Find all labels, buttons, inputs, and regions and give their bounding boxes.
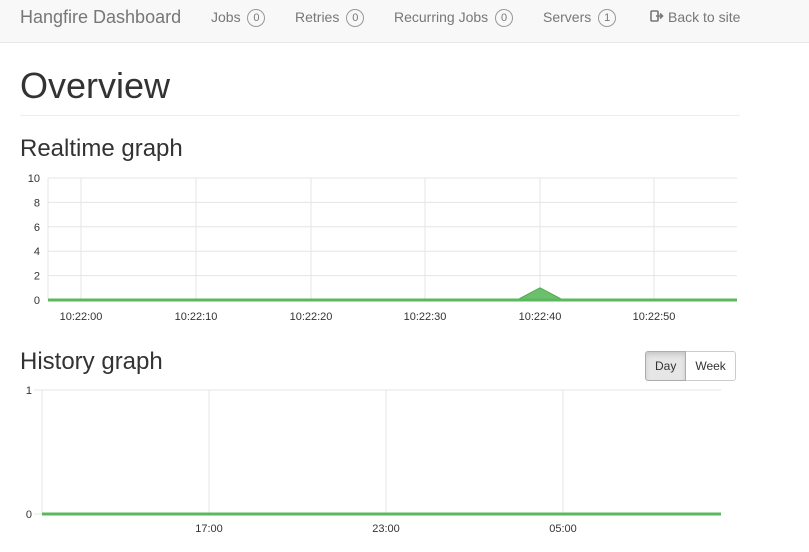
y-tick-label: 10 [28,173,40,185]
week-button[interactable]: Week [686,351,736,381]
y-tick-label: 2 [34,271,40,283]
nav-retries-badge: 0 [346,9,365,27]
y-tick-label: 8 [34,197,40,209]
history-graph-title: History graph [20,348,163,375]
y-tick-label: 0 [34,295,40,307]
brand-link[interactable]: Hangfire Dashboard [20,0,181,35]
x-tick-label: 17:00 [195,523,223,535]
nav-servers-label: Servers [543,9,592,25]
page-title: Overview [20,65,171,106]
nav-jobs-label: Jobs [211,9,241,25]
x-tick-label: 23:00 [372,523,400,535]
x-tick-label: 10:22:20 [290,311,333,323]
x-tick-label: 05:00 [549,523,577,535]
realtime-graph-title: Realtime graph [20,135,183,162]
realtime-chart: 10 8 6 4 2 0 10:22:00 10:22:10 10:22:20 10:22:30 1… [28,173,737,323]
nav-retries-label: Retries [295,9,340,25]
y-tick-label: 1 [26,385,32,397]
nav-servers-badge: 1 [598,9,617,27]
x-tick-label: 10:22:30 [404,311,447,323]
nav-recurring-jobs-label: Recurring Jobs [394,9,489,25]
x-tick-label: 10:22:00 [60,311,103,323]
nav-jobs[interactable]: Jobs 0 [211,0,266,35]
history-chart: 1 0 17:00 23:00 05:00 [26,385,721,535]
x-tick-label: 10:22:40 [519,311,562,323]
y-tick-label: 0 [26,509,32,521]
title-divider [20,115,740,116]
nav-back-to-site[interactable]: Back to site [650,0,740,35]
nav-servers[interactable]: Servers 1 [543,0,617,35]
nav-retries[interactable]: Retries 0 [295,0,365,35]
day-button[interactable]: Day [645,351,687,381]
sign-out-icon [650,10,664,22]
nav-jobs-badge: 0 [247,9,266,27]
x-tick-label: 10:22:10 [175,311,218,323]
x-tick-label: 10:22:50 [633,311,676,323]
nav-recurring-jobs-badge: 0 [495,9,514,27]
y-tick-label: 4 [34,246,40,258]
navbar: Hangfire Dashboard Jobs 0 Retries 0 Recu… [0,0,809,43]
nav-recurring-jobs[interactable]: Recurring Jobs 0 [394,0,514,35]
history-range-toggle: Day Week [645,351,736,381]
y-tick-label: 6 [34,222,40,234]
series-area [516,287,564,301]
nav-back-label: Back to site [668,9,741,25]
